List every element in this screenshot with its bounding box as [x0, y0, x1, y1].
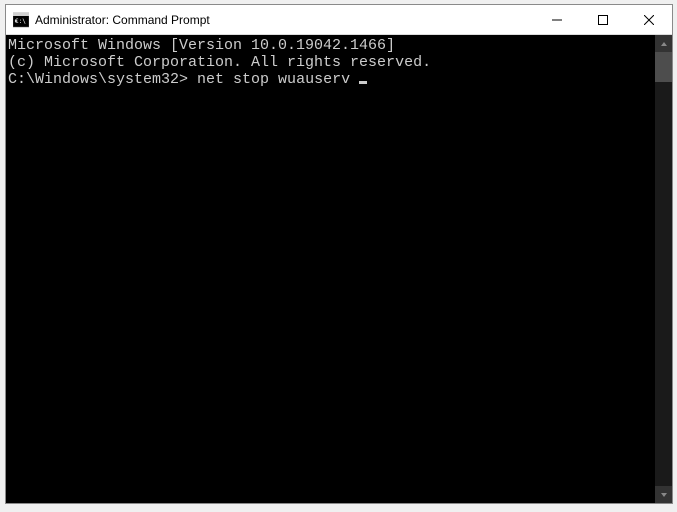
scroll-up-button[interactable]	[655, 35, 672, 52]
window-controls	[534, 5, 672, 34]
prompt: C:\Windows\system32>	[8, 71, 188, 88]
terminal-line: Microsoft Windows [Version 10.0.19042.14…	[8, 37, 655, 54]
content-area: Microsoft Windows [Version 10.0.19042.14…	[6, 35, 672, 503]
minimize-button[interactable]	[534, 5, 580, 34]
cmd-icon: C:\	[13, 12, 29, 28]
command-text: net stop wuauserv	[197, 71, 350, 88]
terminal-output[interactable]: Microsoft Windows [Version 10.0.19042.14…	[6, 35, 655, 503]
titlebar[interactable]: C:\ Administrator: Command Prompt	[6, 5, 672, 35]
command-prompt-window: C:\ Administrator: Command Prompt Micros…	[5, 4, 673, 504]
terminal-prompt-line: C:\Windows\system32> net stop wuauserv	[8, 71, 655, 88]
window-title: Administrator: Command Prompt	[35, 13, 534, 27]
terminal-line: (c) Microsoft Corporation. All rights re…	[8, 54, 655, 71]
vertical-scrollbar[interactable]	[655, 35, 672, 503]
scrollbar-thumb[interactable]	[655, 52, 672, 82]
close-button[interactable]	[626, 5, 672, 34]
maximize-button[interactable]	[580, 5, 626, 34]
scrollbar-track[interactable]	[655, 52, 672, 486]
cursor	[359, 81, 367, 84]
scroll-down-button[interactable]	[655, 486, 672, 503]
